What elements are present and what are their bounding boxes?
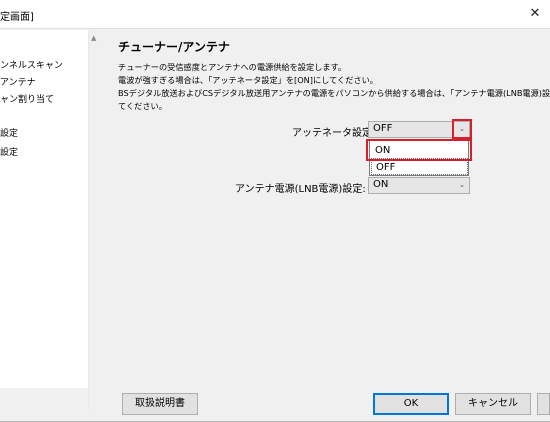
description-line-2: 電波が強すぎる場合は、「アッテネータ設定」を[ON]にしてください。 [118,75,378,85]
sidebar-item-channel-scan[interactable]: ンネルスキャン [0,58,63,71]
window-title: 定画面] [0,12,34,23]
lnb-power-value: ON [373,179,389,190]
lnb-power-select[interactable]: ON ⌄ [368,177,470,194]
settings-window: 定画面] ✕ ンネルスキャン アンテナ ャン割り当て 設定 設定 ▲ チューナー… [0,0,550,422]
scroll-up-icon[interactable]: ▲ [91,34,96,42]
lnb-power-label: アンテナ電源(LNB電源)設定: [235,184,366,195]
on-option-highlight [366,139,472,161]
attenuator-label: アッテネータ設定: [292,128,376,139]
title-bar: 定画面] ✕ [0,0,550,29]
page-title: チューナー/アンテナ [118,40,230,54]
ok-button[interactable]: OK [373,393,449,415]
sidebar-item-antenna[interactable]: アンテナ [0,75,36,88]
cancel-button[interactable]: キャンセル [455,393,531,415]
sidebar-item-settings-b[interactable]: 設定 [0,145,18,158]
apply-button[interactable] [537,393,550,415]
chevron-down-icon[interactable]: ⌄ [455,178,469,193]
manual-button[interactable]: 取扱説明書 [122,393,198,415]
attenuator-value: OFF [373,123,393,134]
description-line-4: てください。 [118,101,167,111]
close-icon[interactable]: ✕ [524,4,546,24]
description-line-1: チューナーの受信感度とアンテナへの電源供給を設定します。 [118,62,347,72]
sidebar: ンネルスキャン アンテナ ャン割り当て 設定 設定 [0,30,88,388]
sidebar-item-channel-assign[interactable]: ャン割り当て [0,92,54,105]
dropdown-arrow-highlight [452,119,472,139]
sidebar-scrollbar[interactable]: ▲ [88,30,102,410]
sidebar-item-settings-a[interactable]: 設定 [0,126,18,139]
description-line-3: BSデジタル放送およびCSデジタル放送用アンテナの電源をパソコンから供給する場合… [118,88,550,98]
